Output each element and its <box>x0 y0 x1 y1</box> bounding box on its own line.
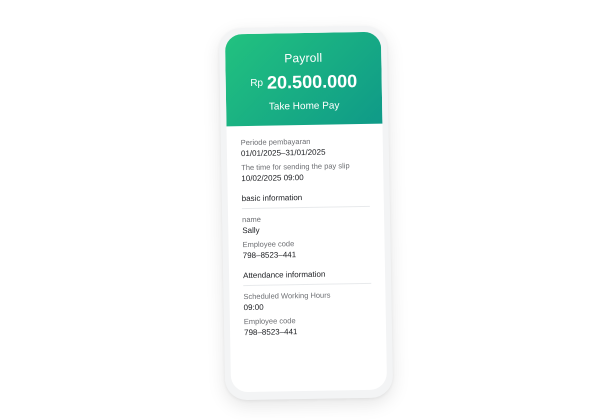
phone-frame: Payroll Rp 20.500.000 Take Home Pay Perio… <box>218 25 394 401</box>
payslip-details: Periode pembayaran 01/01/2025–31/01/2025… <box>226 124 386 339</box>
period-value: 01/01/2025–31/01/2025 <box>240 147 326 159</box>
header-subtitle: Take Home Pay <box>268 100 340 113</box>
name-value: Sally <box>242 225 260 236</box>
attendance-employee-code-value: 798–8523–441 <box>243 327 298 338</box>
header-title: Payroll <box>284 50 323 66</box>
stage: Payroll Rp 20.500.000 Take Home Pay Perio… <box>0 0 600 420</box>
attendance-info-title: Attendance information <box>243 268 372 287</box>
send-time-value: 10/02/2025 09:00 <box>241 173 304 184</box>
working-hours-value: 09:00 <box>243 302 264 313</box>
take-home-amount: Rp 20.500.000 <box>226 71 382 95</box>
basic-info-title: basic information <box>241 191 370 210</box>
amount-value: 20.500.000 <box>266 71 358 93</box>
currency-label: Rp <box>250 77 264 89</box>
payroll-header: Payroll Rp 20.500.000 Take Home Pay <box>224 31 383 127</box>
phone-screen: Payroll Rp 20.500.000 Take Home Pay Perio… <box>224 31 388 393</box>
employee-code-value: 798–8523–441 <box>242 250 297 261</box>
